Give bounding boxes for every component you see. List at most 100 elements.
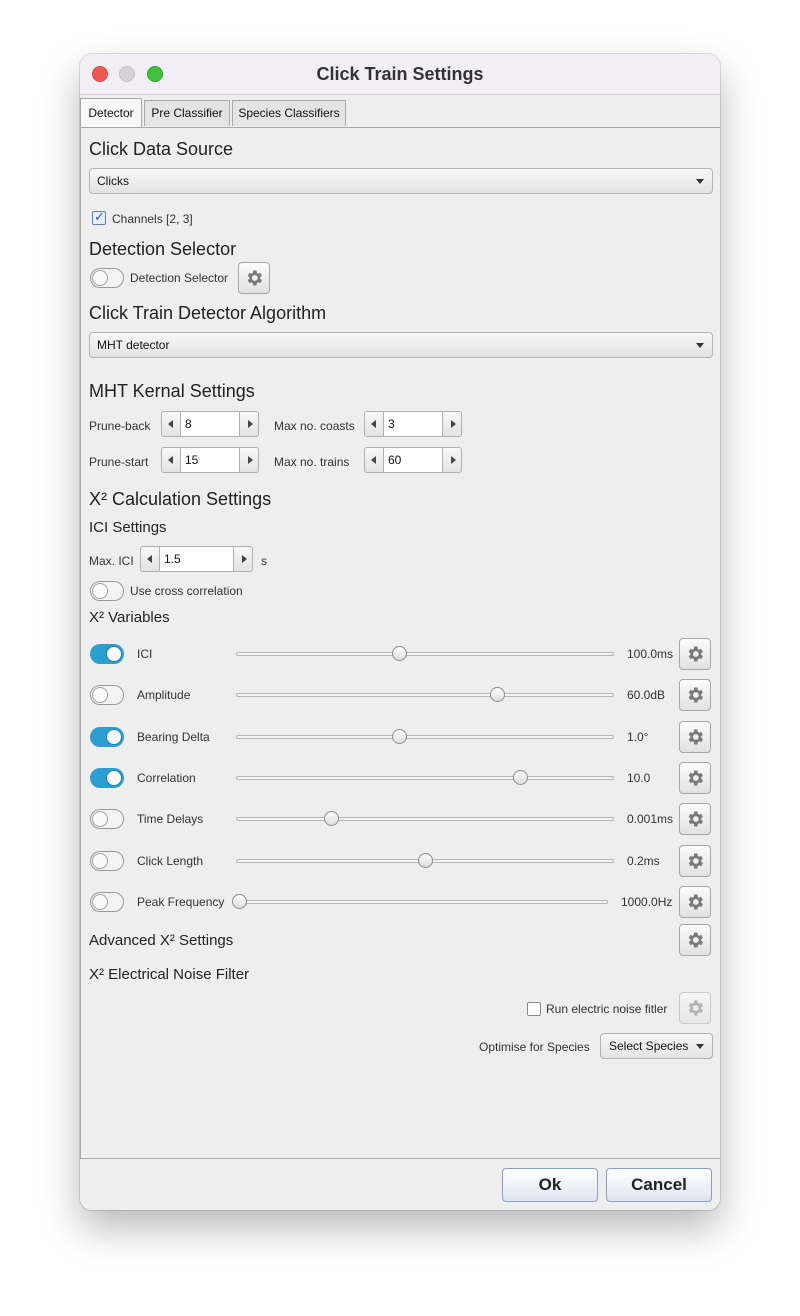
detection-selector-settings-button[interactable]: [238, 262, 270, 294]
run-noise-filter-label: Run electric noise fitler: [546, 1002, 668, 1016]
channels-checkbox[interactable]: ✓: [92, 209, 106, 225]
ok-button[interactable]: Ok: [502, 1168, 598, 1202]
chi2-heading: X² Calculation Settings: [89, 489, 272, 509]
cross-correlation-label: Use cross correlation: [130, 584, 243, 598]
noise-filter-heading: X² Electrical Noise Filter: [89, 966, 250, 983]
title-bar[interactable]: Click Train Settings: [80, 54, 720, 95]
mht-heading: MHT Kernal Settings: [89, 381, 255, 401]
detection-selector-toggle[interactable]: [90, 268, 124, 288]
variable-slider-time-delays[interactable]: [236, 817, 614, 822]
variable-toggle-correlation[interactable]: [90, 767, 124, 788]
data-source-heading: Click Data Source: [89, 139, 234, 159]
window-title: Click Train Settings: [316, 64, 484, 84]
variable-toggle-amplitude[interactable]: [90, 685, 124, 706]
variable-toggle-bearing-delta[interactable]: [90, 726, 124, 747]
prune-start-increment[interactable]: [239, 447, 259, 473]
prune-start-decrement[interactable]: [161, 447, 181, 473]
select-species-button[interactable]: Select Species: [600, 1033, 713, 1059]
variable-value-ici: 100.0ms: [627, 647, 674, 661]
variable-slider-amplitude[interactable]: [236, 693, 614, 698]
variable-value-amplitude: 60.0dB: [627, 688, 666, 703]
noise-filter-settings-button[interactable]: [679, 992, 711, 1024]
arrow-left-icon: [168, 420, 173, 428]
max-trains-increment[interactable]: [442, 447, 462, 473]
data-source-combo[interactable]: Clicks: [89, 168, 713, 194]
variable-slider-correlation[interactable]: [236, 775, 614, 780]
variable-settings-button-click-length[interactable]: [679, 844, 711, 877]
variable-settings-button-amplitude[interactable]: [679, 679, 711, 712]
gear-icon: [688, 646, 703, 662]
max-ici-increment[interactable]: [233, 546, 253, 572]
tab-detector[interactable]: Detector: [80, 98, 142, 128]
chi2-variables-heading: X² Variables: [89, 609, 170, 626]
variable-toggle-peak-frequency[interactable]: [90, 891, 124, 912]
variable-label-click-length: Click Length: [137, 853, 204, 868]
variable-slider-thumb-peak-frequency[interactable]: [232, 893, 247, 909]
max-trains-decrement[interactable]: [364, 447, 384, 473]
prune-back-decrement[interactable]: [161, 411, 181, 437]
select-species-label: Select Species: [609, 1039, 689, 1053]
max-coasts-field[interactable]: 3: [384, 411, 442, 437]
variable-value-time-delays: 0.001ms: [627, 812, 674, 827]
prune-back-increment[interactable]: [239, 411, 259, 437]
variable-value-peak-frequency: 1000.0Hz: [621, 894, 673, 909]
variable-slider-thumb-bearing-delta[interactable]: [391, 728, 407, 744]
max-ici-field[interactable]: 1.5: [160, 546, 233, 572]
gear-icon: [688, 811, 703, 827]
channels-label: Channels [2, 3]: [112, 212, 193, 226]
variable-label-amplitude: Amplitude: [137, 688, 191, 703]
prune-start-field[interactable]: 15: [181, 447, 239, 473]
cancel-button[interactable]: Cancel: [606, 1168, 712, 1202]
advanced-chi2-label: Advanced X² Settings: [89, 932, 234, 949]
max-coasts-increment[interactable]: [442, 411, 462, 437]
prune-back-label: Prune-back: [89, 419, 151, 433]
algorithm-heading: Click Train Detector Algorithm: [89, 303, 327, 323]
arrow-right-icon: [451, 420, 456, 428]
gear-icon: [688, 894, 703, 910]
variable-toggle-click-length[interactable]: [90, 850, 124, 871]
tab-species-classifiers[interactable]: Species Classifiers: [232, 100, 346, 126]
tab-pre-classifier[interactable]: Pre Classifier: [144, 100, 230, 126]
detection-selector-heading: Detection Selector: [89, 239, 237, 259]
variable-slider-thumb-time-delays[interactable]: [323, 811, 339, 827]
chevron-down-icon: [696, 1044, 704, 1049]
dialog-footer: Ok Cancel: [80, 1159, 720, 1210]
max-ici-label: Max. ICI: [89, 554, 134, 568]
variable-slider-ici[interactable]: [236, 652, 614, 656]
arrow-right-icon: [248, 420, 253, 428]
settings-dialog: Click Train Settings Detector Pre Classi…: [80, 54, 720, 1210]
variable-slider-bearing-delta[interactable]: [236, 734, 614, 739]
arrow-left-icon: [168, 456, 173, 464]
chevron-down-icon: [696, 343, 704, 348]
variable-toggle-ici[interactable]: [90, 644, 124, 664]
advanced-chi2-settings-button[interactable]: [679, 924, 711, 956]
max-trains-spinner: 60: [364, 447, 462, 473]
max-coasts-decrement[interactable]: [364, 411, 384, 437]
variable-value-click-length: 0.2ms: [627, 853, 660, 868]
variable-slider-thumb-click-length[interactable]: [418, 852, 433, 868]
prune-back-field[interactable]: 8: [181, 411, 239, 437]
variable-slider-thumb-correlation[interactable]: [512, 769, 528, 785]
variable-settings-button-bearing-delta[interactable]: [679, 720, 711, 753]
prune-start-label: Prune-start: [89, 455, 149, 469]
max-trains-label: Max no. trains: [274, 455, 350, 469]
variable-slider-thumb-ici[interactable]: [391, 646, 407, 661]
variable-settings-button-ici[interactable]: [679, 638, 711, 670]
checkmark-icon: ✓: [94, 209, 105, 224]
run-noise-filter-checkbox[interactable]: [527, 1002, 541, 1016]
variable-settings-button-peak-frequency[interactable]: [679, 885, 711, 918]
cross-correlation-toggle[interactable]: [90, 581, 124, 601]
ici-settings-heading: ICI Settings: [89, 519, 167, 536]
algorithm-combo[interactable]: MHT detector: [89, 332, 713, 358]
max-ici-decrement[interactable]: [140, 546, 160, 572]
variable-value-bearing-delta: 1.0°: [627, 729, 649, 744]
variable-toggle-time-delays[interactable]: [90, 809, 124, 830]
variable-settings-button-time-delays[interactable]: [679, 803, 711, 836]
gear-icon: [247, 270, 262, 286]
max-trains-field[interactable]: 60: [384, 447, 442, 473]
variable-slider-peak-frequency[interactable]: [239, 899, 608, 904]
variable-slider-thumb-amplitude[interactable]: [489, 687, 505, 703]
variable-label-peak-frequency: Peak Frequency: [137, 894, 225, 909]
max-coasts-label: Max no. coasts: [274, 419, 355, 433]
variable-settings-button-correlation[interactable]: [679, 761, 711, 794]
